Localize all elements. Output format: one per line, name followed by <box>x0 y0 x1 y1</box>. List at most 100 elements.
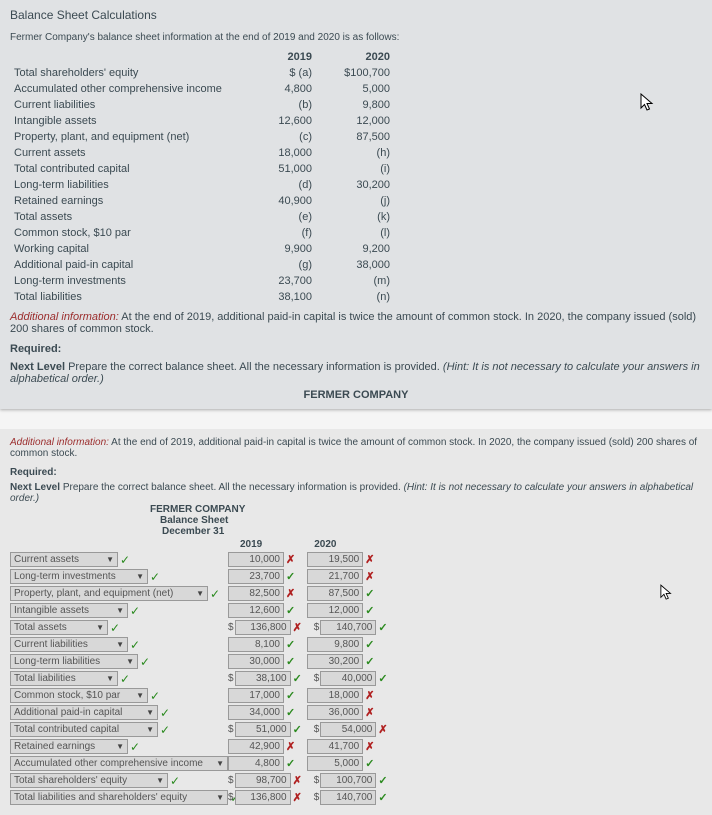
answer-row: Long-term liabilities▼✓30,000✓30,200✓ <box>10 654 702 669</box>
check-icon: ✓ <box>130 740 140 754</box>
check-mark-icon: ✓ <box>365 757 374 770</box>
chevron-down-icon: ▼ <box>216 793 224 802</box>
row-2019: (c) <box>238 129 316 145</box>
check-mark-icon: ✓ <box>286 604 295 617</box>
amount-input[interactable]: 54,000 <box>320 722 376 737</box>
row-label: Total assets <box>10 209 238 225</box>
check-icon: ✓ <box>210 587 220 601</box>
dollar-sign: $ <box>314 792 320 803</box>
amount-input[interactable]: 8,100 <box>228 637 284 652</box>
chevron-down-icon: ▼ <box>136 691 144 700</box>
amount-input[interactable]: 136,800 <box>235 620 291 635</box>
account-dropdown[interactable]: Long-term liabilities▼ <box>10 654 138 669</box>
account-dropdown[interactable]: Current assets▼ <box>10 552 118 567</box>
check-icon: ✓ <box>140 655 150 669</box>
row-2019: 51,000 <box>238 161 316 177</box>
row-2019: 4,800 <box>238 81 316 97</box>
check-mark-icon: ✓ <box>365 655 374 668</box>
account-dropdown[interactable]: Accumulated other comprehensive income▼ <box>10 756 228 771</box>
row-label: Additional paid-in capital <box>10 257 238 273</box>
check-mark-icon: ✓ <box>378 774 387 787</box>
amount-input[interactable]: 82,500 <box>228 586 284 601</box>
amount-input[interactable]: 5,000 <box>307 756 363 771</box>
amount-input[interactable]: 18,000 <box>307 688 363 703</box>
amount-input[interactable]: 9,800 <box>307 637 363 652</box>
account-dropdown[interactable]: Total liabilities▼ <box>10 671 118 686</box>
amount-input[interactable]: 36,000 <box>307 705 363 720</box>
check-icon: ✓ <box>170 774 180 788</box>
amount-input[interactable]: 12,000 <box>307 603 363 618</box>
account-dropdown[interactable]: Current liabilities▼ <box>10 637 128 652</box>
account-dropdown[interactable]: Common stock, $10 par▼ <box>10 688 148 703</box>
company-header-2: FERMER COMPANY <box>150 504 702 515</box>
answer-row: Total contributed capital▼✓$51,000✓$54,0… <box>10 722 702 737</box>
row-2019: (b) <box>238 97 316 113</box>
panel-heading: Balance Sheet Calculations <box>10 8 702 22</box>
row-label: Property, plant, and equipment (net) <box>10 129 238 145</box>
amount-input[interactable]: 38,100 <box>235 671 291 686</box>
account-dropdown[interactable]: Total contributed capital▼ <box>10 722 158 737</box>
account-dropdown[interactable]: Total shareholders' equity▼ <box>10 773 168 788</box>
row-label: Current liabilities <box>10 97 238 113</box>
chevron-down-icon: ▼ <box>156 776 164 785</box>
chevron-down-icon: ▼ <box>126 657 134 666</box>
dollar-sign: $ <box>228 724 234 735</box>
account-dropdown[interactable]: Intangible assets▼ <box>10 603 128 618</box>
row-2020: $100,700 <box>316 65 394 81</box>
amount-input[interactable]: 30,000 <box>228 654 284 669</box>
table-row: Intangible assets12,60012,000 <box>10 113 394 129</box>
amount-input[interactable]: 140,700 <box>320 620 376 635</box>
amount-input[interactable]: 41,700 <box>307 739 363 754</box>
required-label: Required: <box>10 343 702 355</box>
amount-input[interactable]: 4,800 <box>228 756 284 771</box>
additional-info: Additional information: At the end of 20… <box>10 311 702 335</box>
answer-row: Total assets▼✓$136,800✗$140,700✓ <box>10 620 702 635</box>
amount-input[interactable]: 100,700 <box>320 773 376 788</box>
account-dropdown[interactable]: Total liabilities and shareholders' equi… <box>10 790 228 805</box>
check-mark-icon: ✓ <box>286 655 295 668</box>
table-row: Current assets18,000(h) <box>10 145 394 161</box>
intro-text: Fermer Company's balance sheet informati… <box>10 32 702 43</box>
x-mark-icon: ✗ <box>286 553 295 566</box>
amount-input[interactable]: 40,000 <box>320 671 376 686</box>
row-2019: (f) <box>238 225 316 241</box>
row-2020: (n) <box>316 289 394 305</box>
check-mark-icon: ✓ <box>286 757 295 770</box>
x-mark-icon: ✗ <box>365 706 374 719</box>
answer-row: Retained earnings▼✓42,900✗41,700✗ <box>10 739 702 754</box>
row-label: Total shareholders' equity <box>10 65 238 81</box>
account-dropdown[interactable]: Additional paid-in capital▼ <box>10 705 158 720</box>
row-2019: (e) <box>238 209 316 225</box>
account-dropdown[interactable]: Property, plant, and equipment (net)▼ <box>10 586 208 601</box>
account-dropdown[interactable]: Long-term investments▼ <box>10 569 148 584</box>
chevron-down-icon: ▼ <box>216 759 224 768</box>
amount-input[interactable]: 30,200 <box>307 654 363 669</box>
check-mark-icon: ✓ <box>378 621 387 634</box>
amount-input[interactable]: 136,800 <box>235 790 291 805</box>
row-label: Retained earnings <box>10 193 238 209</box>
answer-row: Accumulated other comprehensive income▼ ✓… <box>10 756 702 771</box>
account-dropdown[interactable]: Retained earnings▼ <box>10 739 128 754</box>
amount-input[interactable]: 98,700 <box>235 773 291 788</box>
check-icon: ✓ <box>110 621 120 635</box>
amount-input[interactable]: 87,500 <box>307 586 363 601</box>
amount-input[interactable]: 21,700 <box>307 569 363 584</box>
amount-input[interactable]: 12,600 <box>228 603 284 618</box>
amount-input[interactable]: 51,000 <box>235 722 291 737</box>
amount-input[interactable]: 34,000 <box>228 705 284 720</box>
row-2020: (l) <box>316 225 394 241</box>
account-dropdown[interactable]: Total assets▼ <box>10 620 108 635</box>
amount-input[interactable]: 17,000 <box>228 688 284 703</box>
dollar-sign: $ <box>228 673 234 684</box>
amount-input[interactable]: 23,700 <box>228 569 284 584</box>
required-label-2: Required: <box>10 467 702 478</box>
row-label: Intangible assets <box>10 113 238 129</box>
answer-row: Additional paid-in capital▼✓34,000✓36,00… <box>10 705 702 720</box>
row-2020: 30,200 <box>316 177 394 193</box>
amount-input[interactable]: 19,500 <box>307 552 363 567</box>
check-icon: ✓ <box>120 553 130 567</box>
table-row: Common stock, $10 par(f)(l) <box>10 225 394 241</box>
amount-input[interactable]: 140,700 <box>320 790 376 805</box>
amount-input[interactable]: 10,000 <box>228 552 284 567</box>
amount-input[interactable]: 42,900 <box>228 739 284 754</box>
